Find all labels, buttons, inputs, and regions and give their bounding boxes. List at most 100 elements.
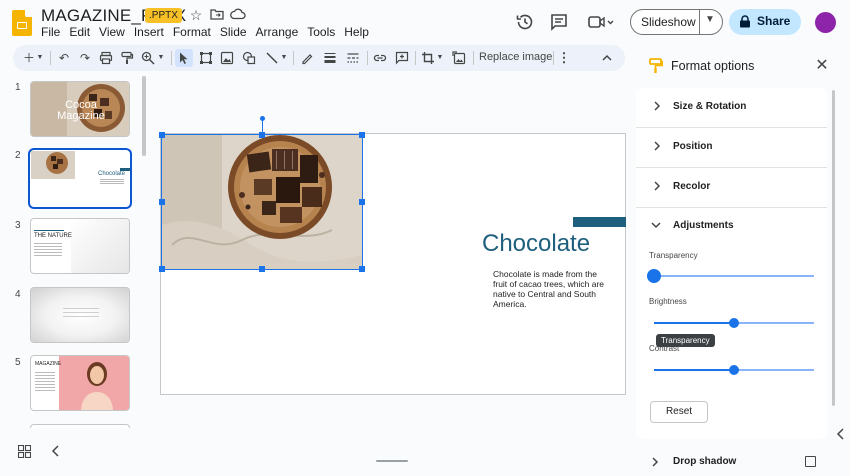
section-adjustments[interactable]: Adjustments: [673, 220, 734, 231]
cloud-status-icon[interactable]: [230, 7, 246, 23]
zoom-dropdown-icon[interactable]: ▼: [156, 49, 166, 67]
slide-canvas[interactable]: Chocolate Chocolate is made from the fru…: [159, 116, 626, 395]
thumbnail-rule: [34, 230, 64, 231]
meet-icon[interactable]: [587, 12, 615, 32]
chevron-right-icon[interactable]: [653, 101, 661, 111]
expand-side-panel-icon[interactable]: [832, 425, 850, 443]
section-recolor[interactable]: Recolor: [673, 181, 710, 192]
undo-icon[interactable]: ↶: [55, 49, 73, 67]
close-icon[interactable]: ✕: [814, 58, 830, 74]
crop-dropdown-icon[interactable]: ▼: [435, 49, 445, 67]
collapse-filmstrip-icon[interactable]: [51, 445, 61, 460]
drop-shadow-checkbox[interactable]: [805, 456, 816, 467]
border-dash-icon[interactable]: [344, 49, 362, 67]
menu-arrange[interactable]: Arrange: [256, 25, 299, 39]
transparency-slider[interactable]: [654, 275, 814, 277]
slideshow-divider: [699, 10, 700, 34]
menu-view[interactable]: View: [99, 25, 125, 39]
panel-title: Format options: [671, 59, 755, 73]
share-button[interactable]: Share: [729, 9, 801, 35]
section-drop-shadow[interactable]: Drop shadow: [673, 456, 736, 467]
replace-image-button[interactable]: Replace image: [479, 51, 552, 63]
chevron-right-icon[interactable]: [651, 457, 659, 467]
selection-box: [159, 116, 365, 272]
resize-handle-bottom[interactable]: [259, 266, 265, 272]
menu-slide[interactable]: Slide: [220, 25, 247, 39]
thumbnail-body-lines: [100, 179, 124, 180]
reset-image-icon[interactable]: [450, 49, 468, 67]
resize-handle-bottom-left[interactable]: [159, 266, 165, 272]
slide-title[interactable]: Chocolate: [482, 230, 590, 258]
insert-link-icon[interactable]: [371, 49, 389, 67]
brightness-slider-knob[interactable]: [729, 318, 739, 328]
resize-handle-left[interactable]: [159, 199, 165, 205]
slide-body-text[interactable]: Chocolate is made from the fruit of caca…: [493, 269, 605, 309]
menu-bar: File Edit View Insert Format Slide Arran…: [41, 25, 369, 39]
slideshow-button[interactable]: Slideshow ▼: [630, 9, 723, 35]
slides-logo-icon[interactable]: [12, 10, 32, 36]
avatar[interactable]: [815, 12, 836, 33]
slide-thumbnail-4[interactable]: [30, 287, 130, 343]
more-options-icon[interactable]: ⋮: [555, 49, 573, 67]
rotation-handle[interactable]: [260, 116, 265, 121]
chevron-down-icon[interactable]: ▼: [705, 14, 715, 25]
speaker-notes-drag-handle[interactable]: [376, 460, 408, 462]
resize-handle-right[interactable]: [359, 199, 365, 205]
slide-thumbnail-3[interactable]: THE NATURE: [30, 218, 130, 274]
redo-icon[interactable]: ↷: [76, 49, 94, 67]
toolbar-divider: [367, 51, 368, 65]
resize-handle-top-right[interactable]: [359, 132, 365, 138]
paint-format-icon[interactable]: [118, 49, 136, 67]
reset-button[interactable]: Reset: [650, 401, 708, 423]
section-position[interactable]: Position: [673, 141, 712, 152]
collapse-menus-icon[interactable]: [598, 49, 616, 67]
menu-format[interactable]: Format: [173, 25, 211, 39]
menu-tools[interactable]: Tools: [307, 25, 335, 39]
chevron-right-icon[interactable]: [653, 181, 661, 191]
grid-view-icon[interactable]: [18, 445, 31, 458]
print-icon[interactable]: [97, 49, 115, 67]
slide-thumbnail-5[interactable]: MAGAZINE: [30, 355, 130, 411]
new-slide-dropdown-icon[interactable]: ▼: [35, 49, 45, 67]
add-comment-icon[interactable]: [393, 49, 411, 67]
resize-handle-top-left[interactable]: [159, 132, 165, 138]
line-dropdown-icon[interactable]: ▼: [279, 49, 289, 67]
panel-scrollbar[interactable]: [832, 90, 835, 406]
select-cursor-icon[interactable]: [175, 49, 193, 67]
slide-thumbnail-6[interactable]: [30, 424, 130, 428]
menu-file[interactable]: File: [41, 25, 60, 39]
resize-handle-top[interactable]: [259, 132, 265, 138]
resize-handle-bottom-right[interactable]: [359, 266, 365, 272]
chevron-down-icon[interactable]: [651, 221, 661, 229]
slide-number: 4: [15, 289, 21, 300]
share-label: Share: [757, 14, 791, 28]
star-icon[interactable]: ☆: [188, 7, 204, 23]
insert-image-icon[interactable]: [218, 49, 236, 67]
transparency-slider-knob[interactable]: [647, 269, 661, 283]
version-history-icon[interactable]: [515, 12, 535, 32]
border-weight-icon[interactable]: [321, 49, 339, 67]
toolbar-divider: [50, 51, 51, 65]
menu-help[interactable]: Help: [344, 25, 369, 39]
contrast-slider-knob[interactable]: [729, 365, 739, 375]
lock-icon: [740, 15, 750, 28]
thumbnail-body-lines: [35, 372, 55, 373]
toolbar-divider: [553, 51, 554, 65]
toolbar-divider: [293, 51, 294, 65]
move-folder-icon[interactable]: [209, 7, 225, 23]
slide-thumbnail-2[interactable]: Chocolate: [28, 148, 132, 209]
shape-icon[interactable]: [240, 49, 258, 67]
crop-fit-icon[interactable]: [197, 49, 215, 67]
menu-edit[interactable]: Edit: [69, 25, 90, 39]
filmstrip-scrollbar[interactable]: [142, 76, 146, 156]
comments-icon[interactable]: [549, 12, 569, 32]
border-color-icon[interactable]: [298, 49, 316, 67]
menu-insert[interactable]: Insert: [134, 25, 164, 39]
chevron-right-icon[interactable]: [653, 141, 661, 151]
accent-bar[interactable]: [573, 217, 626, 227]
zoom-icon[interactable]: [139, 49, 157, 67]
thumbnail-gradient: [31, 288, 129, 342]
slide-thumbnail-1[interactable]: Cocoa Magazine: [30, 81, 130, 137]
thumbnail-title: Cocoa Magazine: [57, 99, 105, 122]
section-size-rotation[interactable]: Size & Rotation: [673, 101, 746, 112]
